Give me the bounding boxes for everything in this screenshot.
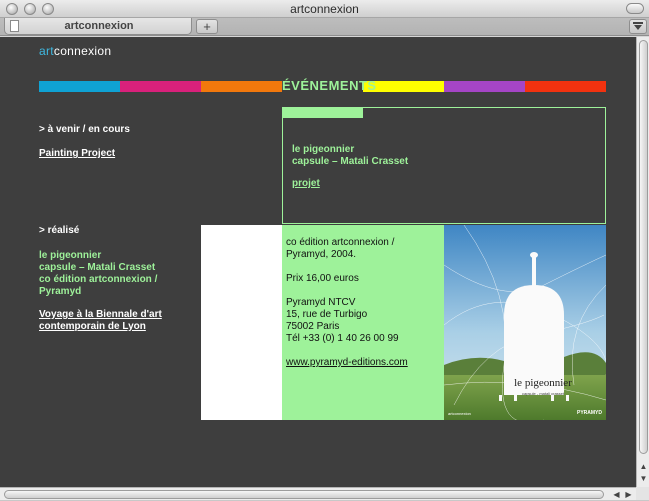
done-item-line: capsule – Matali Crasset	[39, 262, 156, 273]
projet-link[interactable]: projet	[292, 178, 320, 189]
feature-title-line: le pigeonnier	[292, 144, 355, 155]
color-bar-segment-pink	[120, 81, 201, 92]
scroll-up-arrow-icon[interactable]: ▲	[638, 461, 649, 473]
address-line: Pyramyd NTCV	[286, 297, 356, 308]
horizontal-scrollbar[interactable]: ◀ ▶	[0, 487, 636, 500]
site-logo[interactable]: artconnexion	[39, 44, 111, 58]
title-bar: artconnexion	[0, 0, 649, 18]
color-bar-segment-purple	[444, 81, 525, 92]
edition-line: Pyramyd, 2004.	[286, 249, 357, 260]
cover-footer-left: artconnexion	[448, 411, 471, 416]
scroll-down-arrow-icon[interactable]: ▼	[638, 473, 649, 485]
scroll-left-arrow-icon[interactable]: ◀	[611, 488, 622, 501]
section-title: ÉVÉNEMENTS	[282, 78, 377, 93]
browser-window: artconnexion artconnexion + artconnexion…	[0, 0, 649, 500]
new-tab-button[interactable]: +	[196, 19, 218, 34]
edition-info: co édition artconnexion / Pyramyd, 2004.	[286, 237, 394, 261]
biennale-lyon-link[interactable]: Voyage à la Biennale d'art contemporain …	[39, 309, 162, 333]
done-item-line: Pyramyd	[39, 286, 82, 297]
color-bar-segment-blue	[39, 81, 120, 92]
logo-art-text: art	[39, 44, 54, 58]
cover-subtitle: capsule - matali crasset	[521, 391, 564, 396]
done-item-line: co édition artconnexion /	[39, 274, 158, 285]
edition-line: co édition artconnexion /	[286, 237, 395, 248]
vertical-scroll-thumb[interactable]	[639, 40, 648, 454]
book-cover-image: le pigeonnier capsule - matali crasset a…	[444, 225, 606, 420]
price-text: Prix 16,00 euros	[286, 273, 359, 284]
tab-bar: artconnexion +	[0, 18, 649, 36]
done-item-line: le pigeonnier	[39, 250, 102, 261]
horizontal-scroll-thumb[interactable]	[4, 490, 604, 499]
window-title: artconnexion	[290, 2, 359, 16]
toolbar-toggle-button[interactable]	[626, 3, 644, 14]
feature-title-line: capsule – Matali Crasset	[292, 156, 409, 167]
scroll-right-arrow-icon[interactable]: ▶	[623, 488, 634, 501]
color-bar-segment-orange	[201, 81, 282, 92]
color-bar-segment-red	[525, 81, 606, 92]
logo-connexion-text: connexion	[53, 44, 112, 58]
address-line: Tél +33 (0) 1 40 26 00 99	[286, 333, 399, 344]
feature-box-tab	[282, 107, 363, 118]
done-heading: > réalisé	[39, 225, 80, 236]
painting-project-link[interactable]: Painting Project	[39, 148, 115, 159]
resize-corner[interactable]	[636, 487, 649, 500]
address-line: 75002 Paris	[286, 321, 340, 332]
tab-label: artconnexion	[64, 20, 134, 32]
tab-list-menu-icon[interactable]	[629, 19, 647, 34]
feature-title: le pigeonnier capsule – Matali Crasset	[292, 144, 408, 168]
cover-footer-right: PYRAMYD	[576, 410, 602, 416]
white-panel	[201, 225, 282, 420]
page-viewport: artconnexion ÉVÉNEMENTS > à venir / en c…	[0, 37, 636, 487]
done-item[interactable]: le pigeonnier capsule – Matali Crasset c…	[39, 250, 157, 298]
biennale-link-line: Voyage à la Biennale d'art	[39, 309, 162, 320]
biennale-link-line: contemporain de Lyon	[39, 321, 146, 332]
upcoming-heading: > à venir / en cours	[39, 124, 130, 135]
address-line: 15, rue de Turbigo	[286, 309, 368, 320]
cover-title: le pigeonnier	[514, 377, 572, 389]
tab-artconnexion[interactable]: artconnexion	[4, 18, 192, 35]
publisher-address: Pyramyd NTCV 15, rue de Turbigo 75002 Pa…	[286, 297, 399, 345]
vertical-scrollbar[interactable]: ▲ ▼	[636, 37, 649, 487]
pyramyd-website-link[interactable]: www.pyramyd-editions.com	[286, 357, 408, 369]
